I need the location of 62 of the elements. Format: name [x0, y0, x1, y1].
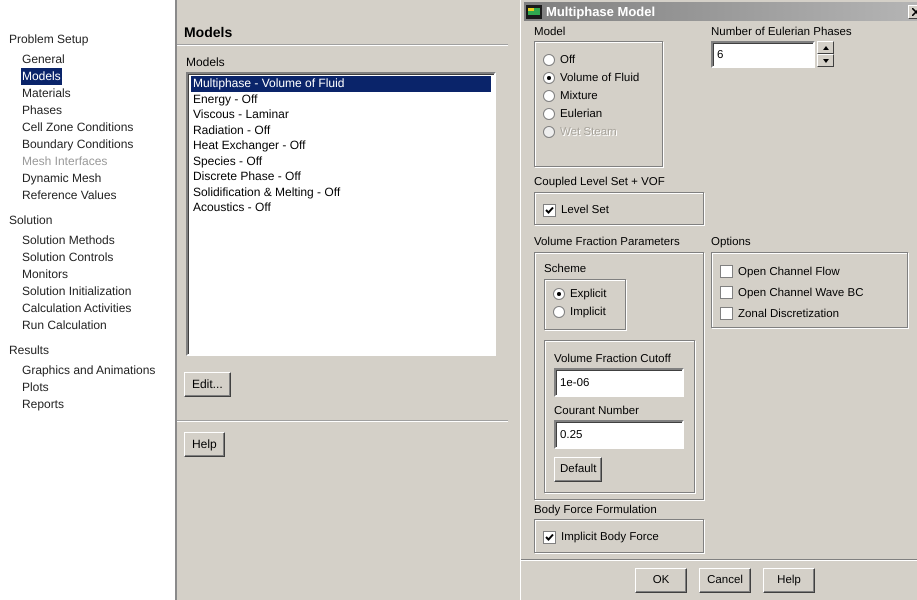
- nav-item[interactable]: Monitors: [21, 266, 70, 283]
- list-item[interactable]: Solidification & Melting - Off: [191, 184, 491, 200]
- group-label: Body Force Formulation: [534, 503, 658, 518]
- nav-item[interactable]: Materials: [21, 85, 72, 102]
- nav-item[interactable]: Calculation Activities: [21, 300, 132, 317]
- panel-title: Models: [183, 23, 234, 42]
- default-button[interactable]: Default: [554, 457, 602, 482]
- checkbox-option[interactable]: Level Set: [543, 201, 703, 219]
- dialog-button[interactable]: OK: [635, 568, 687, 593]
- group-label: Model: [534, 25, 566, 40]
- list-item[interactable]: Radiation - Off: [191, 122, 491, 138]
- radio-option[interactable]: Off: [543, 51, 662, 69]
- radio-option[interactable]: Implicit: [553, 303, 625, 321]
- group-label: Volume Fraction Parameters: [534, 235, 681, 250]
- models-list[interactable]: Multiphase - Volume of Fluid Energy - Off Viscous - Laminar Radiation - Off Heat Exchanger - Off Species - Off Discrete Phase - Off Solidification & Melting - Off Acoustics - Off: [186, 72, 496, 356]
- nav-item[interactable]: Solution Methods: [21, 232, 116, 249]
- radio-option[interactable]: Eulerian: [543, 105, 662, 123]
- nav-item[interactable]: Solution Initialization: [21, 283, 132, 300]
- field-label: Volume Fraction Cutoff: [554, 352, 672, 367]
- input-field[interactable]: 1e-06: [554, 368, 684, 397]
- nav-item[interactable]: Plots: [21, 379, 50, 396]
- dialog-button[interactable]: Help: [763, 568, 815, 593]
- list-item[interactable]: Multiphase - Volume of Fluid: [191, 76, 491, 92]
- input-field[interactable]: 0.25: [554, 420, 684, 449]
- checkbox-option[interactable]: Open Channel Flow: [720, 261, 907, 282]
- dialog-button[interactable]: Cancel: [699, 568, 751, 593]
- field-label: Number of Eulerian Phases: [711, 25, 853, 40]
- radio-option[interactable]: Volume of Fluid: [543, 69, 662, 87]
- group-label: Options: [711, 235, 752, 250]
- nav-item[interactable]: Run Calculation: [21, 317, 108, 334]
- list-label: Models: [185, 54, 226, 71]
- edit-button[interactable]: Edit...: [184, 372, 231, 397]
- nav-item[interactable]: Phases: [21, 102, 64, 119]
- group-label: Coupled Level Set + VOF: [534, 175, 666, 190]
- nav-section-label[interactable]: Results: [9, 341, 175, 359]
- nav-item[interactable]: Reports: [21, 396, 66, 413]
- help-button[interactable]: Help: [184, 432, 225, 457]
- list-item[interactable]: Heat Exchanger - Off: [191, 138, 491, 154]
- field-label: Courant Number: [554, 404, 640, 419]
- list-item[interactable]: Species - Off: [191, 154, 491, 169]
- nav-item[interactable]: Dynamic Mesh: [21, 170, 102, 187]
- list-item[interactable]: Energy - Off: [191, 92, 491, 107]
- nav-section-label[interactable]: Solution: [9, 211, 175, 229]
- nav-item[interactable]: Graphics and Animations: [21, 362, 156, 379]
- checkbox-option[interactable]: Open Channel Wave BC: [720, 282, 907, 303]
- radio-option[interactable]: Explicit: [553, 285, 625, 303]
- list-item[interactable]: Discrete Phase - Off: [191, 169, 491, 184]
- nav-item[interactable]: Cell Zone Conditions: [21, 119, 134, 136]
- input-field[interactable]: 6: [711, 41, 815, 68]
- nav-item[interactable]: General: [21, 51, 66, 68]
- nav-section-label[interactable]: Problem Setup: [9, 30, 175, 48]
- nav-item[interactable]: Solution Controls: [21, 249, 114, 266]
- window-title: Multiphase Model: [546, 4, 656, 19]
- group-label: Scheme: [544, 262, 588, 277]
- list-item[interactable]: Viscous - Laminar: [191, 107, 491, 122]
- nav-item[interactable]: Boundary Conditions: [21, 136, 134, 153]
- checkbox-option[interactable]: Implicit Body Force: [543, 528, 703, 546]
- nav-item[interactable]: Models: [21, 68, 62, 85]
- list-item[interactable]: Acoustics - Off: [191, 200, 491, 216]
- radio-option[interactable]: Mixture: [543, 87, 662, 105]
- nav-item[interactable]: Reference Values: [21, 187, 118, 204]
- checkbox-option[interactable]: Zonal Discretization: [720, 303, 907, 324]
